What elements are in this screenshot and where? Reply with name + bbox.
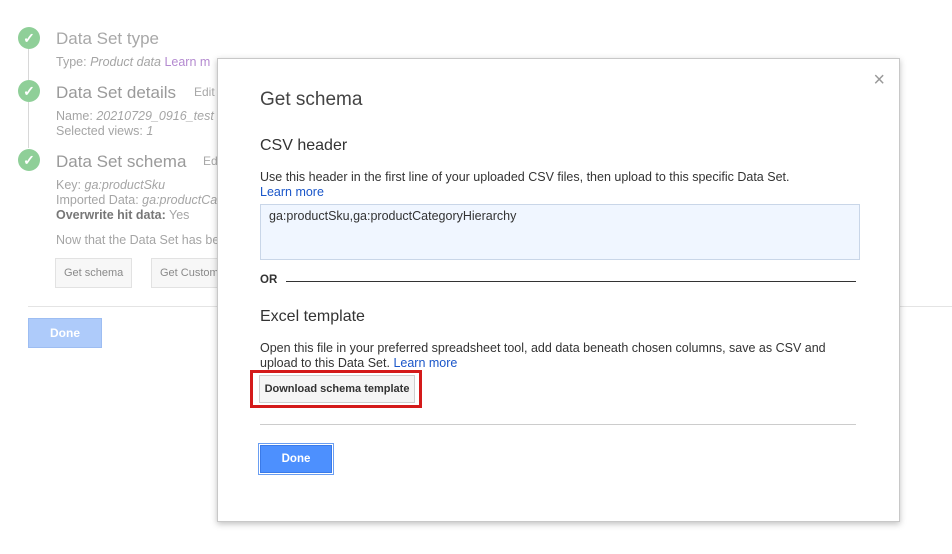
get-schema-dialog: × Get schema CSV header Use this header … bbox=[217, 58, 900, 522]
step-meta-views: Selected views: 1 bbox=[56, 124, 154, 138]
check-icon: ✓ bbox=[18, 149, 40, 171]
csv-description: Use this header in the first line of you… bbox=[260, 170, 790, 199]
get-schema-button[interactable]: Get schema bbox=[55, 258, 133, 288]
check-icon: ✓ bbox=[18, 27, 40, 49]
csv-learn-more-link[interactable]: Learn more bbox=[260, 185, 324, 199]
step-title-type: Data Set type bbox=[56, 29, 160, 48]
or-divider-line bbox=[286, 281, 856, 282]
step-meta-key: Key: ga:productSku bbox=[56, 178, 166, 192]
close-icon[interactable]: × bbox=[873, 69, 885, 92]
learn-more-link[interactable]: Learn m bbox=[164, 55, 210, 69]
csv-header-title: CSV header bbox=[260, 137, 348, 154]
edit-details-link[interactable]: Edit bbox=[194, 85, 215, 99]
step-connector bbox=[28, 102, 29, 148]
step-connector bbox=[28, 48, 29, 80]
excel-description: Open this file in your preferred spreads… bbox=[260, 341, 826, 370]
edit-schema-link[interactable]: Ed bbox=[203, 154, 218, 168]
step-title-schema: Data Set schema bbox=[56, 152, 187, 171]
or-divider-label: OR bbox=[260, 274, 278, 286]
done-button[interactable]: Done bbox=[260, 445, 332, 473]
step-meta-name: Name: 20210729_0916_test bbox=[56, 109, 214, 123]
dialog-divider bbox=[260, 424, 856, 425]
step-note: Now that the Data Set has be bbox=[56, 233, 220, 247]
step-meta-overwrite: Overwrite hit data: Yes bbox=[56, 208, 190, 222]
download-schema-template-button[interactable]: Download schema template bbox=[259, 375, 415, 403]
step-title-details: Data Set details bbox=[56, 83, 177, 102]
step-meta-type: Type: Product data Learn m bbox=[56, 55, 211, 69]
wizard-done-button[interactable]: Done bbox=[28, 318, 102, 348]
dialog-title: Get schema bbox=[260, 89, 363, 110]
excel-learn-more-link[interactable]: Learn more bbox=[393, 356, 457, 370]
check-icon: ✓ bbox=[18, 80, 40, 102]
csv-header-textarea[interactable]: ga:productSku,ga:productCategoryHierarch… bbox=[260, 204, 860, 260]
step-meta-imported: Imported Data: ga:productCa bbox=[56, 193, 218, 207]
excel-template-title: Excel template bbox=[260, 308, 365, 325]
